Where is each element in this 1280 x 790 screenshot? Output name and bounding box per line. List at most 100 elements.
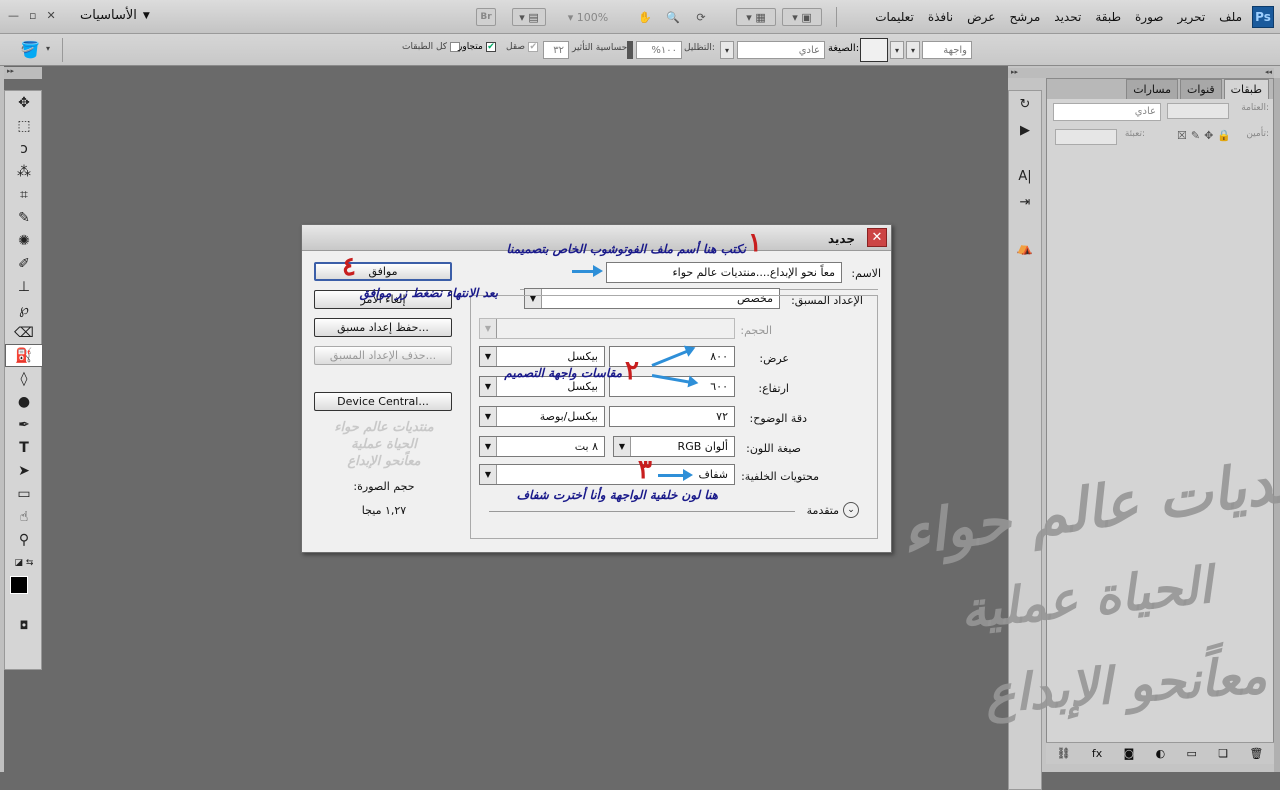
antialias-checkbox[interactable]: ✔ (528, 42, 539, 52)
link-layers-icon[interactable]: ⛓ (1057, 747, 1071, 760)
marquee-tool-icon[interactable]: ⬚ (5, 114, 43, 137)
adjustment-layer-icon[interactable]: ◐ (1156, 747, 1166, 760)
lock-icons[interactable]: ☒✎✥🔒 (1177, 129, 1235, 142)
extras-icon[interactable]: ▤ ▾ (512, 8, 546, 26)
history-panel-icon[interactable]: ↻ (1009, 91, 1041, 117)
paragraph-panel-icon[interactable]: ⇥ (1009, 189, 1041, 215)
pattern-swatch[interactable] (860, 38, 888, 62)
layer-opacity-input[interactable] (1167, 103, 1229, 119)
advanced-toggle-icon[interactable]: ⌄ (843, 502, 859, 518)
type-tool-icon[interactable]: T (5, 436, 43, 459)
spot-healing-tool-icon[interactable]: ✺ (5, 229, 43, 252)
contiguous-checkbox[interactable]: ✔ (485, 42, 496, 52)
save-preset-button[interactable]: حفظ إعداد مسبق... (314, 318, 452, 337)
blur-tool-icon[interactable]: ◊ (5, 367, 43, 390)
hand-tool-panel-icon[interactable]: ☝ (5, 505, 43, 528)
zoom-tool-icon[interactable]: 🔍 (662, 8, 684, 26)
tab-channels[interactable]: قنوات (1179, 79, 1222, 99)
device-central-button[interactable]: Device Central... (314, 392, 452, 411)
size-select[interactable]: ▼ (479, 318, 735, 339)
hand-tool-icon[interactable]: ✋ (634, 8, 656, 26)
path-selection-tool-icon[interactable]: ➤ (5, 459, 43, 482)
menu-filter[interactable]: مرشح (1009, 10, 1040, 24)
tool-presets-panel-icon[interactable]: ⛺ (1009, 235, 1041, 261)
paint-bucket-active-icon[interactable]: ⛽ (5, 344, 43, 367)
quick-mask-icon[interactable]: ◘ (5, 614, 43, 637)
menu-view[interactable]: عرض (967, 10, 995, 24)
collapse-tools-icon[interactable]: ▸▸ (4, 67, 42, 79)
magic-wand-tool-icon[interactable]: ⁂ (5, 160, 43, 183)
delete-layer-icon[interactable]: 🗑 (1249, 747, 1263, 760)
swap-colors-icon[interactable]: ◪ ⇆ (5, 551, 43, 574)
menu-bar: Ps ملف تحرير صورة طبقة تحديد مرشح عرض نا… (0, 0, 1280, 34)
paint-bucket-tool-icon[interactable]: 🪣 (20, 40, 40, 59)
dialog-close-button[interactable]: ✕ (867, 228, 887, 247)
restore-window-icon[interactable]: ▫ (29, 9, 36, 22)
menu-file[interactable]: ملف (1219, 10, 1242, 24)
character-panel-icon[interactable]: A| (1009, 163, 1041, 189)
rotate-view-icon[interactable]: ⟳ (690, 8, 712, 26)
blend-mode-select[interactable]: عادي (1053, 103, 1161, 121)
opacity-slider-icon[interactable] (627, 41, 633, 59)
annotation-number-1: ١ (748, 228, 762, 258)
bridge-icon[interactable]: Br (476, 8, 496, 26)
workspace-switcher[interactable]: ▼ الأساسيات (80, 8, 150, 23)
lasso-tool-icon[interactable]: ↄ (5, 137, 43, 160)
resolution-input[interactable]: ٧٢ (609, 406, 735, 427)
height-label: ارتفاع: (758, 382, 789, 395)
new-layer-icon[interactable]: ❏ (1218, 747, 1228, 760)
fill-source-input[interactable]: واجهة (922, 41, 972, 59)
fill-source-dropdown-arrow[interactable]: ▾ (906, 41, 920, 59)
menu-select[interactable]: تحديد (1054, 10, 1081, 24)
close-window-icon[interactable]: ✕ (46, 9, 55, 22)
menu-layer[interactable]: طبقة (1095, 10, 1121, 24)
move-tool-icon[interactable]: ✥ (5, 91, 43, 114)
resolution-unit-select[interactable]: ▼ بيكسل/بوصة (479, 406, 605, 427)
minimize-window-icon[interactable]: — (8, 9, 19, 22)
new-group-icon[interactable]: ▭ (1186, 747, 1196, 760)
tolerance-input[interactable]: ٣٢ (543, 41, 569, 59)
history-brush-tool-icon[interactable]: ℘ (5, 298, 43, 321)
delete-preset-button[interactable]: حذف الإعداد المسبق... (314, 346, 452, 365)
annotation-note-3: هنا لون خلفية الواجهة وأنا أخترت شفاف (516, 488, 718, 502)
ok-button[interactable]: موافق (314, 262, 452, 281)
screen-mode-icon[interactable]: ▣ ▾ (782, 8, 822, 26)
shape-tool-icon[interactable]: ▭ (5, 482, 43, 505)
crop-tool-icon[interactable]: ⌗ (5, 183, 43, 206)
background-select[interactable]: ▼ شفاف (479, 464, 735, 485)
menu-help[interactable]: تعليمات (875, 10, 914, 24)
layer-mask-icon[interactable]: ◙ (1124, 747, 1135, 760)
dodge-tool-icon[interactable]: ● (5, 390, 43, 413)
foreground-color-swatch[interactable] (10, 576, 28, 594)
tab-paths[interactable]: مسارات (1126, 79, 1178, 99)
zoom-tool-panel-icon[interactable]: ⚲ (5, 528, 43, 551)
arrange-documents-icon[interactable]: ▦ ▾ (736, 8, 776, 26)
annotation-number-3: ٣ (638, 455, 652, 485)
clone-stamp-tool-icon[interactable]: ⊥ (5, 275, 43, 298)
bit-depth-select[interactable]: ▼ ٨ بت (479, 436, 605, 457)
eyedropper-tool-icon[interactable]: ✎ (5, 206, 43, 229)
layer-style-icon[interactable]: fx (1092, 747, 1102, 760)
zoom-level-dropdown[interactable]: 100% ▾ (558, 8, 618, 26)
mode-dropdown-arrow[interactable]: ▾ (720, 41, 734, 59)
opacity-input[interactable]: ١٠٠% (636, 41, 682, 59)
pattern-dropdown-arrow[interactable]: ▾ (890, 41, 904, 59)
color-mode-select[interactable]: ▼ ألوان RGB (613, 436, 735, 457)
actions-panel-icon[interactable]: ▶ (1009, 117, 1041, 143)
photoshop-logo-icon[interactable]: Ps (1252, 6, 1274, 28)
fill-input[interactable] (1055, 129, 1117, 145)
width-unit-select[interactable]: ▼ بيكسل (479, 346, 605, 367)
collapse-panels-icon[interactable]: ▸▸ ◂◂ (1008, 68, 1274, 78)
eraser-tool-icon[interactable]: ⌫ (5, 321, 43, 344)
tab-layers[interactable]: طبقات (1223, 79, 1269, 99)
tool-preset-dropdown[interactable]: ▾ (46, 44, 50, 53)
menu-image[interactable]: صورة (1135, 10, 1163, 24)
name-input[interactable]: معاً نحو الإبداع....منتديات عالم حواء (606, 262, 842, 283)
name-label: الاسم: (851, 267, 881, 280)
mode-input[interactable]: عادي (737, 41, 825, 59)
menu-window[interactable]: نافذة (928, 10, 953, 24)
pen-tool-icon[interactable]: ✒ (5, 413, 43, 436)
annotation-number-2: ٢ (625, 356, 639, 386)
brush-tool-icon[interactable]: ✐ (5, 252, 43, 275)
menu-edit[interactable]: تحرير (1178, 10, 1206, 24)
